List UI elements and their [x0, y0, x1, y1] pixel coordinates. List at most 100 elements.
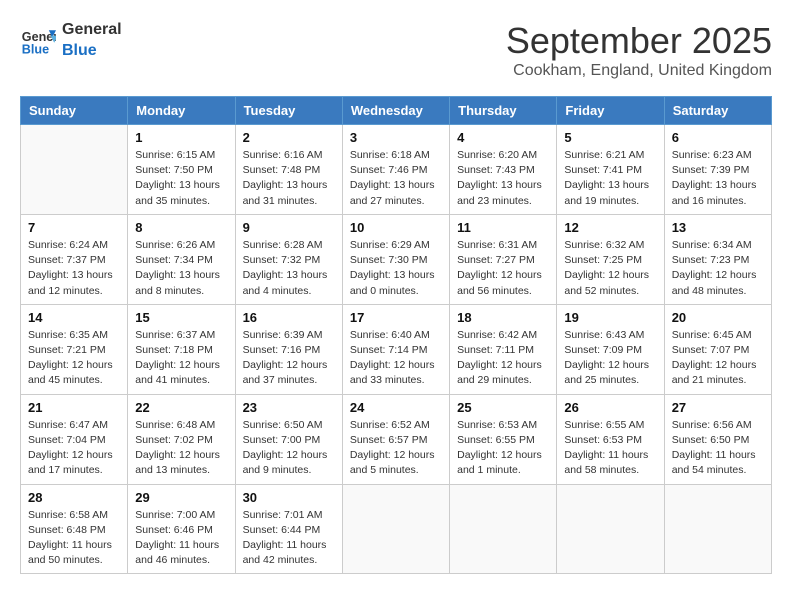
logo-icon: General Blue	[20, 23, 56, 59]
calendar-cell: 29 Sunrise: 7:00 AM Sunset: 6:46 PM Dayli…	[128, 484, 235, 574]
day-number: 6	[672, 130, 764, 145]
day-info: Sunrise: 6:15 AM Sunset: 7:50 PM Dayligh…	[135, 148, 227, 209]
day-info: Sunrise: 6:45 AM Sunset: 7:07 PM Dayligh…	[672, 328, 764, 389]
header-sunday: Sunday	[21, 97, 128, 125]
svg-text:Blue: Blue	[22, 42, 49, 56]
day-info: Sunrise: 6:23 AM Sunset: 7:39 PM Dayligh…	[672, 148, 764, 209]
calendar-cell: 5 Sunrise: 6:21 AM Sunset: 7:41 PM Daylig…	[557, 125, 664, 215]
header-tuesday: Tuesday	[235, 97, 342, 125]
calendar-cell: 10 Sunrise: 6:29 AM Sunset: 7:30 PM Dayli…	[342, 214, 449, 304]
calendar-cell: 28Sunrise: 6:58 AM Sunset: 6:48 PM Dayli…	[21, 484, 128, 574]
day-number: 23	[243, 400, 335, 415]
calendar-cell: 20 Sunrise: 6:45 AM Sunset: 7:07 PM Dayli…	[664, 304, 771, 394]
day-info: Sunrise: 6:48 AM Sunset: 7:02 PM Dayligh…	[135, 418, 227, 479]
logo-text: General Blue	[62, 20, 122, 62]
day-info: Sunrise: 6:53 AM Sunset: 6:55 PM Dayligh…	[457, 418, 549, 479]
day-number: 5	[564, 130, 656, 145]
calendar-cell: 14 Sunrise: 6:35 AM Sunset: 7:21 PM Dayli…	[21, 304, 128, 394]
calendar-cell: 23 Sunrise: 6:50 AM Sunset: 7:00 PM Dayli…	[235, 394, 342, 484]
day-number: 8	[135, 220, 227, 235]
day-number: 14	[28, 310, 120, 325]
header-thursday: Thursday	[450, 97, 557, 125]
day-number: 7	[28, 220, 120, 235]
page-header: General Blue General Blue September 2025…	[20, 20, 772, 80]
day-info: Sunrise: 6:32 AM Sunset: 7:25 PM Dayligh…	[564, 238, 656, 299]
day-number: 15	[135, 310, 227, 325]
day-info: Sunrise: 6:16 AM Sunset: 7:48 PM Dayligh…	[243, 148, 335, 209]
day-number: 24	[350, 400, 442, 415]
calendar-cell: 18Sunrise: 6:42 AM Sunset: 7:11 PM Dayli…	[450, 304, 557, 394]
day-number: 13	[672, 220, 764, 235]
calendar-cell: 6 Sunrise: 6:23 AM Sunset: 7:39 PM Daylig…	[664, 125, 771, 215]
day-number: 3	[350, 130, 442, 145]
calendar-week-row: 28Sunrise: 6:58 AM Sunset: 6:48 PM Dayli…	[21, 484, 772, 574]
calendar-header-row: SundayMondayTuesdayWednesdayThursdayFrid…	[21, 97, 772, 125]
location: Cookham, England, United Kingdom	[506, 62, 772, 80]
calendar-cell: 25 Sunrise: 6:53 AM Sunset: 6:55 PM Dayli…	[450, 394, 557, 484]
calendar-cell: 12 Sunrise: 6:32 AM Sunset: 7:25 PM Dayli…	[557, 214, 664, 304]
month-title: September 2025	[506, 20, 772, 62]
calendar-table: SundayMondayTuesdayWednesdayThursdayFrid…	[20, 96, 772, 574]
calendar-cell: 15Sunrise: 6:37 AM Sunset: 7:18 PM Dayli…	[128, 304, 235, 394]
calendar-week-row: 7 Sunrise: 6:24 AM Sunset: 7:37 PM Daylig…	[21, 214, 772, 304]
calendar-cell: 1 Sunrise: 6:15 AM Sunset: 7:50 PM Daylig…	[128, 125, 235, 215]
day-info: Sunrise: 6:29 AM Sunset: 7:30 PM Dayligh…	[350, 238, 442, 299]
day-number: 22	[135, 400, 227, 415]
day-info: Sunrise: 6:39 AM Sunset: 7:16 PM Dayligh…	[243, 328, 335, 389]
day-number: 20	[672, 310, 764, 325]
calendar-cell: 8 Sunrise: 6:26 AM Sunset: 7:34 PM Daylig…	[128, 214, 235, 304]
day-info: Sunrise: 6:47 AM Sunset: 7:04 PM Dayligh…	[28, 418, 120, 479]
day-info: Sunrise: 6:24 AM Sunset: 7:37 PM Dayligh…	[28, 238, 120, 299]
day-info: Sunrise: 6:50 AM Sunset: 7:00 PM Dayligh…	[243, 418, 335, 479]
day-number: 10	[350, 220, 442, 235]
day-info: Sunrise: 6:55 AM Sunset: 6:53 PM Dayligh…	[564, 418, 656, 479]
header-friday: Friday	[557, 97, 664, 125]
day-number: 16	[243, 310, 335, 325]
day-number: 27	[672, 400, 764, 415]
day-info: Sunrise: 6:21 AM Sunset: 7:41 PM Dayligh…	[564, 148, 656, 209]
title-block: September 2025 Cookham, England, United …	[506, 20, 772, 80]
day-number: 12	[564, 220, 656, 235]
day-number: 1	[135, 130, 227, 145]
calendar-cell	[21, 125, 128, 215]
day-info: Sunrise: 6:40 AM Sunset: 7:14 PM Dayligh…	[350, 328, 442, 389]
day-number: 25	[457, 400, 549, 415]
day-number: 26	[564, 400, 656, 415]
calendar-cell: 30Sunrise: 7:01 AM Sunset: 6:44 PM Dayli…	[235, 484, 342, 574]
logo: General Blue General Blue	[20, 20, 122, 62]
calendar-cell: 27Sunrise: 6:56 AM Sunset: 6:50 PM Dayli…	[664, 394, 771, 484]
calendar-cell: 26 Sunrise: 6:55 AM Sunset: 6:53 PM Dayli…	[557, 394, 664, 484]
day-number: 21	[28, 400, 120, 415]
day-info: Sunrise: 6:42 AM Sunset: 7:11 PM Dayligh…	[457, 328, 549, 389]
day-info: Sunrise: 6:35 AM Sunset: 7:21 PM Dayligh…	[28, 328, 120, 389]
day-info: Sunrise: 7:00 AM Sunset: 6:46 PM Dayligh…	[135, 508, 227, 569]
day-info: Sunrise: 6:28 AM Sunset: 7:32 PM Dayligh…	[243, 238, 335, 299]
day-number: 29	[135, 490, 227, 505]
calendar-cell	[450, 484, 557, 574]
calendar-cell: 7 Sunrise: 6:24 AM Sunset: 7:37 PM Daylig…	[21, 214, 128, 304]
calendar-cell	[664, 484, 771, 574]
calendar-cell: 13 Sunrise: 6:34 AM Sunset: 7:23 PM Dayli…	[664, 214, 771, 304]
day-info: Sunrise: 6:26 AM Sunset: 7:34 PM Dayligh…	[135, 238, 227, 299]
day-info: Sunrise: 6:18 AM Sunset: 7:46 PM Dayligh…	[350, 148, 442, 209]
day-number: 9	[243, 220, 335, 235]
header-monday: Monday	[128, 97, 235, 125]
day-info: Sunrise: 6:31 AM Sunset: 7:27 PM Dayligh…	[457, 238, 549, 299]
calendar-cell: 3 Sunrise: 6:18 AM Sunset: 7:46 PM Daylig…	[342, 125, 449, 215]
day-info: Sunrise: 7:01 AM Sunset: 6:44 PM Dayligh…	[243, 508, 335, 569]
calendar-cell: 24 Sunrise: 6:52 AM Sunset: 6:57 PM Dayli…	[342, 394, 449, 484]
calendar-cell: 9 Sunrise: 6:28 AM Sunset: 7:32 PM Daylig…	[235, 214, 342, 304]
calendar-week-row: 21 Sunrise: 6:47 AM Sunset: 7:04 PM Dayli…	[21, 394, 772, 484]
calendar-cell: 16 Sunrise: 6:39 AM Sunset: 7:16 PM Dayli…	[235, 304, 342, 394]
calendar-cell: 11 Sunrise: 6:31 AM Sunset: 7:27 PM Dayli…	[450, 214, 557, 304]
calendar-cell: 22 Sunrise: 6:48 AM Sunset: 7:02 PM Dayli…	[128, 394, 235, 484]
calendar-cell: 21 Sunrise: 6:47 AM Sunset: 7:04 PM Dayli…	[21, 394, 128, 484]
day-info: Sunrise: 6:52 AM Sunset: 6:57 PM Dayligh…	[350, 418, 442, 479]
day-number: 11	[457, 220, 549, 235]
calendar-cell: 17Sunrise: 6:40 AM Sunset: 7:14 PM Dayli…	[342, 304, 449, 394]
day-info: Sunrise: 6:20 AM Sunset: 7:43 PM Dayligh…	[457, 148, 549, 209]
day-info: Sunrise: 6:43 AM Sunset: 7:09 PM Dayligh…	[564, 328, 656, 389]
day-info: Sunrise: 6:34 AM Sunset: 7:23 PM Dayligh…	[672, 238, 764, 299]
day-number: 28	[28, 490, 120, 505]
day-number: 2	[243, 130, 335, 145]
